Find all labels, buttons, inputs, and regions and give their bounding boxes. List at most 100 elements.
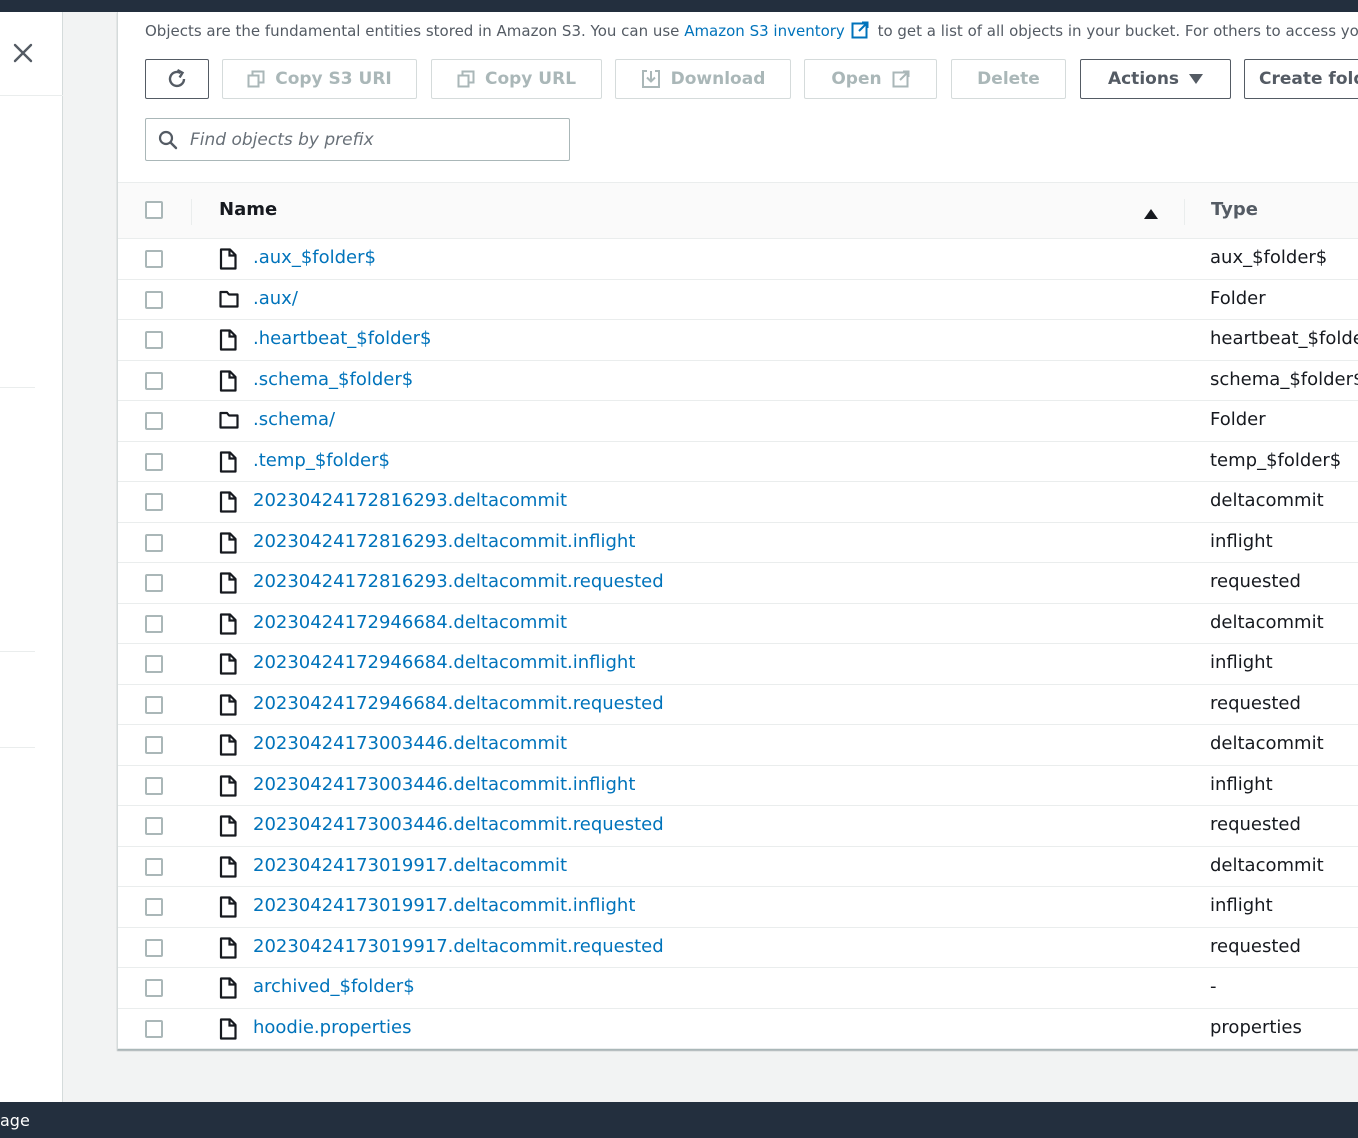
copy-s3-uri-button[interactable]: Copy S3 URI bbox=[222, 59, 417, 99]
folder-icon bbox=[219, 289, 239, 309]
table-row[interactable]: 20230424173003446.deltacommit.inflight in… bbox=[118, 766, 1358, 806]
caret-down-icon bbox=[1189, 74, 1204, 84]
object-name-link[interactable]: 20230424172946684.deltacommit.inflight bbox=[253, 652, 635, 673]
table-row[interactable]: 20230424172816293.deltacommit deltacommit bbox=[118, 482, 1358, 523]
object-type: deltacommit bbox=[1210, 611, 1324, 633]
object-name-link[interactable]: .aux_$folder$ bbox=[253, 247, 376, 268]
actions-dropdown-button[interactable]: Actions bbox=[1080, 59, 1231, 99]
table-row[interactable]: .schema/Folder bbox=[118, 401, 1358, 442]
object-name-link[interactable]: 20230424173019917.deltacommit.inflight bbox=[253, 895, 635, 916]
row-checkbox[interactable] bbox=[145, 695, 163, 714]
object-name-link[interactable]: .heartbeat_$folder$ bbox=[253, 328, 431, 349]
object-name-link[interactable]: .schema_$folder$ bbox=[253, 369, 413, 390]
row-checkbox[interactable] bbox=[145, 331, 163, 349]
row-checkbox[interactable] bbox=[145, 614, 163, 633]
object-name-link[interactable]: 20230424172946684.deltacommit bbox=[253, 612, 567, 633]
row-checkbox[interactable] bbox=[145, 533, 163, 552]
object-name-link[interactable]: 20230424172816293.deltacommit.inflight bbox=[253, 531, 635, 552]
top-nav-bar bbox=[0, 0, 1358, 12]
row-checkbox[interactable] bbox=[145, 776, 163, 795]
row-checkbox[interactable] bbox=[145, 857, 163, 876]
objects-table-body: .aux_$folder$ aux_$folder$ .aux/Folder .hea… bbox=[118, 239, 1358, 1049]
objects-description: Objects are the fundamental entities sto… bbox=[145, 21, 1358, 44]
row-checkbox[interactable] bbox=[145, 371, 163, 390]
table-row[interactable]: 20230424172946684.deltacommit.inflight in… bbox=[118, 644, 1358, 685]
table-row[interactable]: hoodie.properties properties bbox=[118, 1009, 1358, 1049]
table-row[interactable]: .heartbeat_$folder$ heartbeat_$folder$ bbox=[118, 320, 1358, 361]
object-name-link[interactable]: 20230424173019917.deltacommit.requested bbox=[253, 936, 664, 957]
column-header-name[interactable]: Name bbox=[219, 199, 277, 220]
object-name-link[interactable]: .schema/ bbox=[253, 409, 335, 430]
object-type: Folder bbox=[1210, 287, 1266, 309]
table-row[interactable]: .aux_$folder$ aux_$folder$ bbox=[118, 239, 1358, 280]
select-all-checkbox[interactable] bbox=[145, 201, 163, 219]
object-name-link[interactable]: 20230424173003446.deltacommit.requested bbox=[253, 814, 664, 835]
object-name-link[interactable]: 20230424173019917.deltacommit bbox=[253, 855, 567, 876]
close-icon[interactable] bbox=[10, 40, 36, 66]
table-row[interactable]: .temp_$folder$ temp_$folder$ bbox=[118, 442, 1358, 482]
object-name-link[interactable]: .temp_$folder$ bbox=[253, 450, 390, 471]
table-row[interactable]: 20230424173019917.deltacommit.inflight in… bbox=[118, 887, 1358, 928]
find-objects-search[interactable] bbox=[145, 118, 570, 161]
row-checkbox[interactable] bbox=[145, 250, 163, 268]
object-name-link[interactable]: 20230424172816293.deltacommit.requested bbox=[253, 571, 664, 592]
side-divider bbox=[0, 387, 35, 388]
sort-ascending-icon[interactable] bbox=[1144, 205, 1158, 224]
column-separator bbox=[1184, 199, 1185, 225]
row-checkbox[interactable] bbox=[145, 817, 163, 835]
copy-s3-uri-label: Copy S3 URI bbox=[275, 69, 392, 89]
column-header-type[interactable]: Type bbox=[1211, 199, 1258, 220]
object-name-link[interactable]: 20230424172946684.deltacommit.requested bbox=[253, 693, 664, 714]
table-row[interactable]: 20230424173019917.deltacommit.requested r… bbox=[118, 928, 1358, 968]
object-type: requested bbox=[1210, 692, 1301, 714]
search-input[interactable] bbox=[188, 128, 548, 151]
table-row[interactable]: 20230424173003446.deltacommit deltacommit bbox=[118, 725, 1358, 766]
delete-button[interactable]: Delete bbox=[951, 59, 1066, 99]
file-icon bbox=[219, 855, 237, 878]
s3-inventory-link[interactable]: Amazon S3 inventory bbox=[684, 22, 845, 40]
download-button[interactable]: Download bbox=[615, 59, 791, 99]
object-name-link[interactable]: 20230424173003446.deltacommit bbox=[253, 733, 567, 754]
object-name-link[interactable]: archived_$folder$ bbox=[253, 976, 415, 997]
table-row[interactable]: 20230424172946684.deltacommit deltacommit bbox=[118, 604, 1358, 644]
file-icon bbox=[219, 531, 237, 554]
row-checkbox[interactable] bbox=[145, 736, 163, 754]
object-name-link[interactable]: 20230424172816293.deltacommit bbox=[253, 490, 567, 511]
row-checkbox[interactable] bbox=[145, 898, 163, 916]
file-icon bbox=[219, 248, 237, 270]
table-row[interactable]: 20230424172816293.deltacommit.requested r… bbox=[118, 563, 1358, 604]
open-button[interactable]: Open bbox=[804, 59, 937, 99]
file-icon bbox=[219, 369, 237, 392]
row-checkbox[interactable] bbox=[145, 938, 163, 957]
object-name-link[interactable]: hoodie.properties bbox=[253, 1017, 412, 1038]
copy-url-button[interactable]: Copy URL bbox=[431, 59, 602, 99]
table-row[interactable]: 20230424172816293.deltacommit.inflight in… bbox=[118, 523, 1358, 563]
object-name-link[interactable]: .aux/ bbox=[253, 288, 298, 309]
row-checkbox[interactable] bbox=[145, 1019, 163, 1038]
object-type: requested bbox=[1210, 814, 1301, 835]
table-row[interactable]: 20230424173019917.deltacommit deltacommit bbox=[118, 847, 1358, 887]
object-type: deltacommit bbox=[1210, 854, 1324, 876]
file-icon bbox=[219, 774, 237, 797]
refresh-button[interactable] bbox=[145, 59, 209, 99]
table-row[interactable]: archived_$folder$ - bbox=[118, 968, 1358, 1009]
row-checkbox[interactable] bbox=[145, 574, 163, 592]
table-row[interactable]: .aux/Folder bbox=[118, 280, 1358, 320]
object-type: deltacommit bbox=[1210, 490, 1324, 511]
side-panel bbox=[0, 12, 63, 1102]
row-checkbox[interactable] bbox=[145, 452, 163, 471]
row-checkbox[interactable] bbox=[145, 412, 163, 430]
object-name-link[interactable]: 20230424173003446.deltacommit.inflight bbox=[253, 774, 635, 795]
file-icon bbox=[219, 815, 237, 837]
file-icon bbox=[219, 1017, 237, 1040]
table-row[interactable]: .schema_$folder$ schema_$folder$ bbox=[118, 361, 1358, 401]
row-checkbox[interactable] bbox=[145, 979, 163, 997]
copy-url-label: Copy URL bbox=[484, 69, 577, 89]
side-divider bbox=[0, 747, 35, 748]
table-row[interactable]: 20230424173003446.deltacommit.requested r… bbox=[118, 806, 1358, 847]
row-checkbox[interactable] bbox=[145, 493, 163, 511]
create-folder-button[interactable]: Create folder bbox=[1244, 59, 1358, 99]
table-row[interactable]: 20230424172946684.deltacommit.requested r… bbox=[118, 685, 1358, 725]
row-checkbox[interactable] bbox=[145, 655, 163, 673]
row-checkbox[interactable] bbox=[145, 290, 163, 309]
